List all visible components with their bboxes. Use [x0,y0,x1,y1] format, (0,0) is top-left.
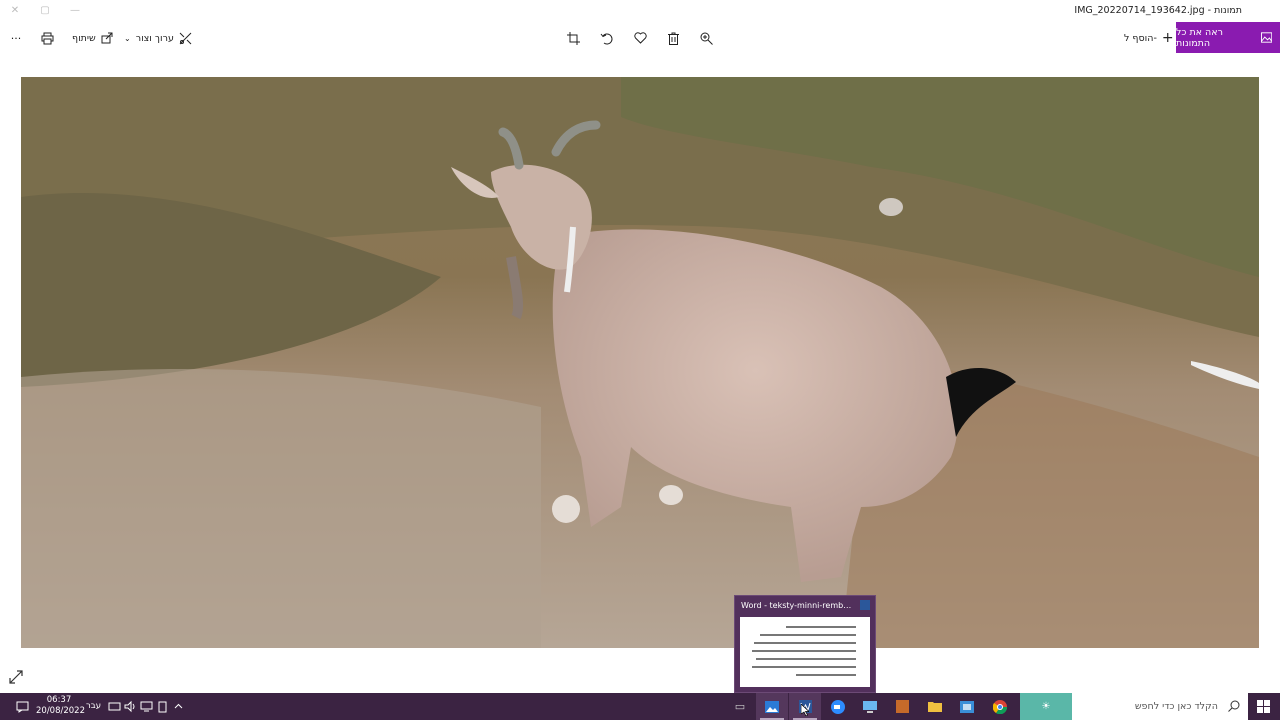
see-all-label: ראה את כל התמונות [1176,26,1223,49]
zoom-button[interactable] [696,28,716,48]
word-icon [860,600,870,610]
chrome-icon [993,699,1007,714]
preview-title: Word - teksty-minni-rembo [n... [741,601,853,610]
crop-button[interactable] [563,28,583,48]
widget-icon: ☀ [1041,701,1051,712]
volume-icon[interactable] [124,700,137,713]
more-icon: ··· [10,31,22,45]
add-to-label: הוסף ל- [1124,32,1157,44]
share-icon [101,32,113,44]
search-box[interactable]: הקלד כאן כדי לחפש [1072,693,1248,720]
plus-icon: + [1161,30,1174,46]
chevron-up-icon[interactable] [172,700,185,713]
clock[interactable]: 06:37 20/08/2022 [36,695,85,717]
title-bar: ✕ ▢ — IMG_20220714_193642.jpg - תמונות [0,0,1280,22]
favorite-button[interactable] [630,28,650,48]
delete-button[interactable] [663,28,683,48]
taskbar-app-photos[interactable] [756,693,788,720]
edit-icon [179,32,192,44]
zoom-in-icon [700,32,713,45]
see-all-photos-button[interactable]: ראה את כל התמונות [1176,22,1280,53]
notifications-icon[interactable] [16,700,29,713]
taskbar-app-computer[interactable] [854,693,886,720]
preview-thumbnail [740,617,870,687]
word-window-preview[interactable]: Word - teksty-minni-rembo [n... [734,595,876,693]
more-options-button[interactable]: ··· [6,28,26,48]
folder-icon [928,702,942,712]
search-placeholder: הקלד כאן כדי לחפש [1134,701,1218,712]
photos-icon [1260,32,1272,43]
clock-date: 20/08/2022 [36,706,85,716]
mouse-cursor [801,704,809,716]
window-title: IMG_20220714_193642.jpg - תמונות [1074,5,1242,16]
taskbar-app-store[interactable] [951,693,983,720]
search-icon [1228,700,1240,712]
taskbar-app-chrome[interactable] [984,693,1016,720]
edit-create-label: ערוך וצור [135,32,174,44]
taskbar-app-tool[interactable] [886,693,918,720]
print-button[interactable] [37,28,57,48]
tool-icon [895,700,909,713]
print-icon [41,32,53,44]
computer-icon [863,700,877,713]
edit-create-button[interactable]: ⌄ ערוך וצור [124,28,192,48]
store-icon [960,700,974,713]
clock-time: 06:37 [46,695,72,705]
windows-start-icon[interactable] [1257,700,1270,713]
taskbar-app-zoom[interactable] [822,693,854,720]
maximize-icon[interactable]: ▢ [36,3,54,19]
keyboard-icon[interactable] [108,700,121,713]
add-to-button[interactable]: הוסף ל- + [1124,28,1174,48]
taskbar-app-teams[interactable]: ▭ [724,693,756,720]
minimize-icon[interactable]: — [66,3,84,19]
battery-icon[interactable] [156,700,169,713]
photos-app-icon [765,700,779,713]
teams-icon: ▭ [734,700,746,713]
trash-icon [667,32,679,45]
crop-icon [566,31,580,45]
photo[interactable] [21,77,1259,648]
language-indicator[interactable]: עבר [86,701,101,711]
rotate-button[interactable] [596,28,616,48]
share-button[interactable]: שיתוף [72,28,113,48]
zoom-icon [831,699,845,714]
rotate-icon [600,33,612,44]
goat-photo [21,77,1259,648]
taskbar-news-widget[interactable]: ☀ [1020,693,1072,720]
taskbar: 06:37 20/08/2022 עבר ▭ ☀ הקלד כאן כדי לח… [0,693,1280,720]
heart-icon [633,32,647,44]
network-icon[interactable] [140,700,153,713]
taskbar-app-explorer[interactable] [919,693,951,720]
chevron-down-icon: ⌄ [124,33,131,43]
share-label: שיתוף [72,32,96,44]
close-icon[interactable]: ✕ [6,3,24,19]
toolbar: ··· שיתוף ⌄ ערוך וצור הוסף ל- + ראה את כ… [0,22,1280,54]
fullscreen-icon[interactable] [8,669,24,685]
